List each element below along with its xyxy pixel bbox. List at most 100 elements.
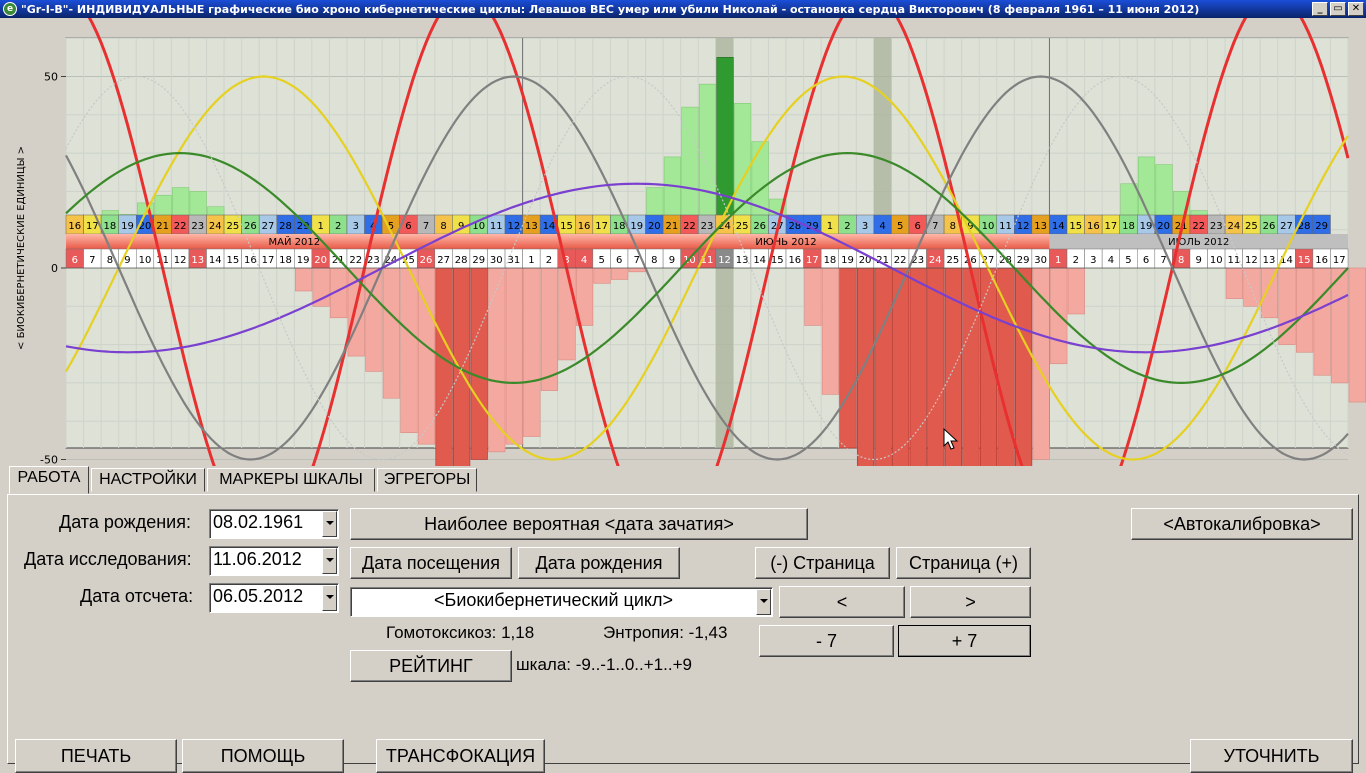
calendar-day-label: 22 [894, 255, 907, 266]
visit-date-button[interactable]: Дата посещения [350, 547, 512, 579]
minus-7-button[interactable]: - 7 [759, 625, 894, 657]
value-bar [505, 267, 523, 445]
cycle-day-label: 16 [578, 221, 591, 232]
cycle-day-label: 18 [613, 221, 626, 232]
study-date-dropdown[interactable] [322, 548, 337, 574]
calendar-day-label: 24 [929, 255, 942, 266]
cycle-day-label: 16 [68, 221, 81, 232]
entropy-stat: Энтропия: -1,43 [603, 623, 728, 642]
value-bar [1331, 267, 1349, 384]
cycle-day-label: 3 [862, 221, 868, 232]
rating-button[interactable]: РЕЙТИНГ [350, 650, 512, 682]
calendar-day-label: 7 [634, 255, 640, 266]
minimize-button[interactable]: _ [1312, 2, 1328, 16]
autocalibration-button[interactable]: <Автокалибровка> [1131, 508, 1353, 540]
calendar-day-label: 13 [736, 255, 749, 266]
calendar-day-label: 19 [297, 255, 310, 266]
calendar-day-label: 1 [1055, 255, 1061, 266]
value-bar [400, 267, 418, 433]
cycle-day-label: 23 [701, 221, 714, 232]
cycle-day-label: 26 [1263, 221, 1276, 232]
app-icon[interactable]: e [3, 2, 17, 16]
calendar-day-label: 17 [262, 255, 275, 266]
cycle-day-label: 27 [1280, 221, 1293, 232]
birth-date-field[interactable]: 08.02.1961 [209, 509, 339, 539]
scale-label: шкала: -9..-1..0..+1..+9 [516, 655, 692, 674]
value-bar [1313, 267, 1331, 376]
calendar-day-label: 15 [1298, 255, 1311, 266]
calendar-day-label: 5 [598, 255, 604, 266]
calendar-day-label: 3 [1090, 255, 1096, 266]
value-bar [1348, 267, 1366, 403]
calendar-day-label: 8 [107, 255, 113, 266]
value-bar [628, 267, 646, 273]
calendar-day-label: 2 [546, 255, 552, 266]
cycle-day-label: 21 [666, 221, 679, 232]
cycle-day-label: 13 [525, 221, 538, 232]
calendar-day-label: 16 [788, 255, 801, 266]
maximize-button[interactable]: ▭ [1330, 2, 1346, 16]
cycle-day-label: 18 [104, 221, 117, 232]
calendar-day-label: 4 [1108, 255, 1114, 266]
birth-date-button[interactable]: Дата рождения [518, 547, 680, 579]
prev-button[interactable]: < [779, 586, 905, 618]
tab-egregors[interactable]: ЭГРЕГОРЫ [377, 468, 477, 492]
next-button[interactable]: > [910, 586, 1031, 618]
calendar-day-label: 18 [279, 255, 292, 266]
cycle-day-label: 7 [423, 221, 429, 232]
calendar-day-label: 29 [1017, 255, 1030, 266]
value-bar [1296, 267, 1314, 353]
value-bar [611, 267, 629, 280]
conception-date-button[interactable]: Наиболее вероятная <дата зачатия> [350, 508, 808, 540]
cycle-day-label: 6 [915, 221, 921, 232]
cycle-day-label: 4 [879, 221, 885, 232]
birth-date-dropdown[interactable] [322, 511, 337, 537]
ref-date-field[interactable]: 06.05.2012 [209, 583, 339, 613]
cycle-day-label: 22 [174, 221, 187, 232]
calendar-day-label: 26 [420, 255, 433, 266]
page-prev-button[interactable]: (-) Страница [755, 547, 890, 579]
page-next-button[interactable]: Страница (+) [896, 547, 1031, 579]
cycle-day-label: 15 [1069, 221, 1082, 232]
main-window: 100500-50-100< БИОКИБЕРНЕТИЧЕСКИЕ ЕДИНИЦ… [0, 18, 1366, 773]
calendar-day-label: 20 [314, 255, 327, 266]
cycle-day-label: 22 [683, 221, 696, 232]
tab-scale-markers[interactable]: МАРКЕРЫ ШКАЛЫ [207, 468, 375, 492]
tab-work[interactable]: РАБОТА [9, 466, 89, 494]
month-label: МАЙ 2012 [269, 235, 321, 248]
cycle-select[interactable]: <Биокибернетический цикл> [350, 587, 773, 617]
value-bar [593, 267, 611, 284]
calendar-day-label: 11 [1227, 255, 1240, 266]
calendar-day-label: 10 [139, 255, 152, 266]
study-date-field[interactable]: 11.06.2012 [209, 546, 339, 576]
calendar-day-label: 12 [718, 255, 731, 266]
cycle-select-dropdown[interactable] [756, 589, 771, 615]
tab-settings[interactable]: НАСТРОЙКИ [91, 468, 205, 492]
value-bar [470, 267, 488, 460]
cycle-day-label: 27 [262, 221, 275, 232]
cycle-day-label: 13 [1034, 221, 1047, 232]
study-date-label: Дата исследования: [24, 549, 192, 569]
cycle-day-label: 5 [897, 221, 903, 232]
cycle-day-label: 10 [982, 221, 995, 232]
cycle-day-label: 6 [405, 221, 411, 232]
ref-date-dropdown[interactable] [322, 585, 337, 611]
biocycle-chart[interactable]: 100500-50-100< БИОКИБЕРНЕТИЧЕСКИЕ ЕДИНИЦ… [0, 18, 1366, 466]
calendar-day-label: 15 [771, 255, 784, 266]
calendar-day-label: 5 [1125, 255, 1131, 266]
cycle-day-label: 12 [1017, 221, 1030, 232]
plus-7-button[interactable]: + 7 [898, 625, 1031, 657]
close-button[interactable]: ✕ [1348, 2, 1364, 16]
cycle-day-label: 29 [1315, 221, 1328, 232]
calendar-day-label: 22 [349, 255, 362, 266]
calendar-day-label: 4 [581, 255, 587, 266]
calendar-day-label: 9 [669, 255, 675, 266]
cycle-day-label: 24 [209, 221, 222, 232]
homotoxicosis-stat: Гомотоксикоз: 1,18 [386, 623, 535, 642]
y-tick-label: -50 [40, 454, 58, 467]
calendar-day-label: 7 [1160, 255, 1166, 266]
cycle-day-label: 17 [595, 221, 608, 232]
cycle-day-label: 17 [86, 221, 99, 232]
cycle-day-label: 19 [1140, 221, 1153, 232]
calendar-day-label: 7 [89, 255, 95, 266]
